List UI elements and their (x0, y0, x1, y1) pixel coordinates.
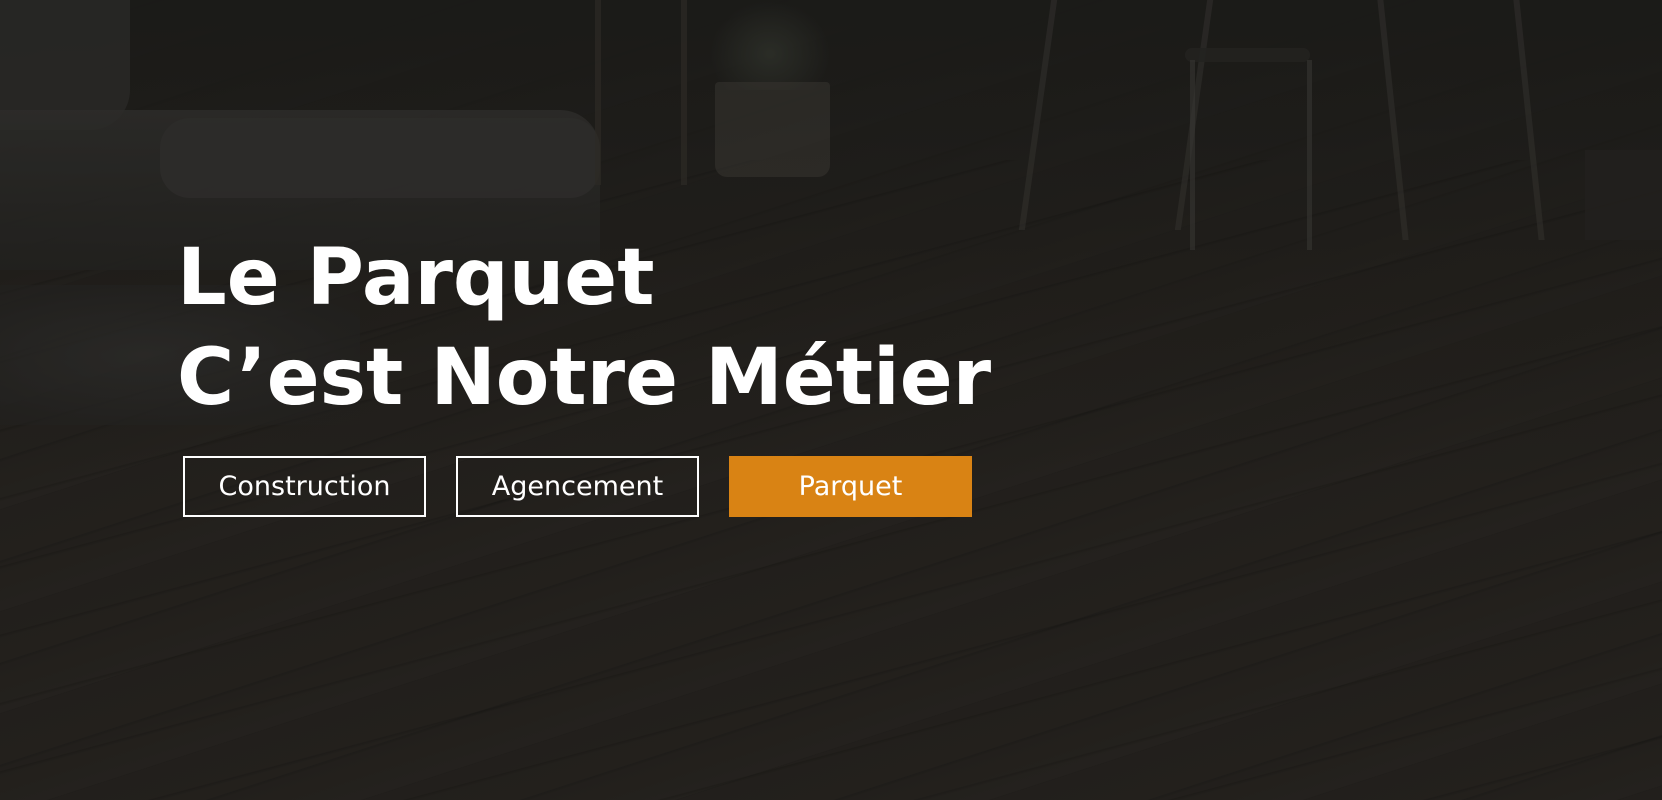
headline-line-2: C’est Notre Métier (177, 333, 992, 423)
hero-content: Le Parquet C’est Notre Métier Constructi… (177, 228, 991, 517)
construction-button[interactable]: Construction (183, 456, 426, 517)
parquet-button[interactable]: Parquet (729, 456, 972, 517)
service-buttons: Construction Agencement Parquet (183, 456, 972, 517)
agencement-button[interactable]: Agencement (456, 456, 699, 517)
hero-section: Le Parquet C’est Notre Métier Constructi… (0, 0, 1662, 800)
hero-headline: Le Parquet C’est Notre Métier (177, 228, 991, 428)
headline-line-1: Le Parquet (177, 233, 655, 323)
